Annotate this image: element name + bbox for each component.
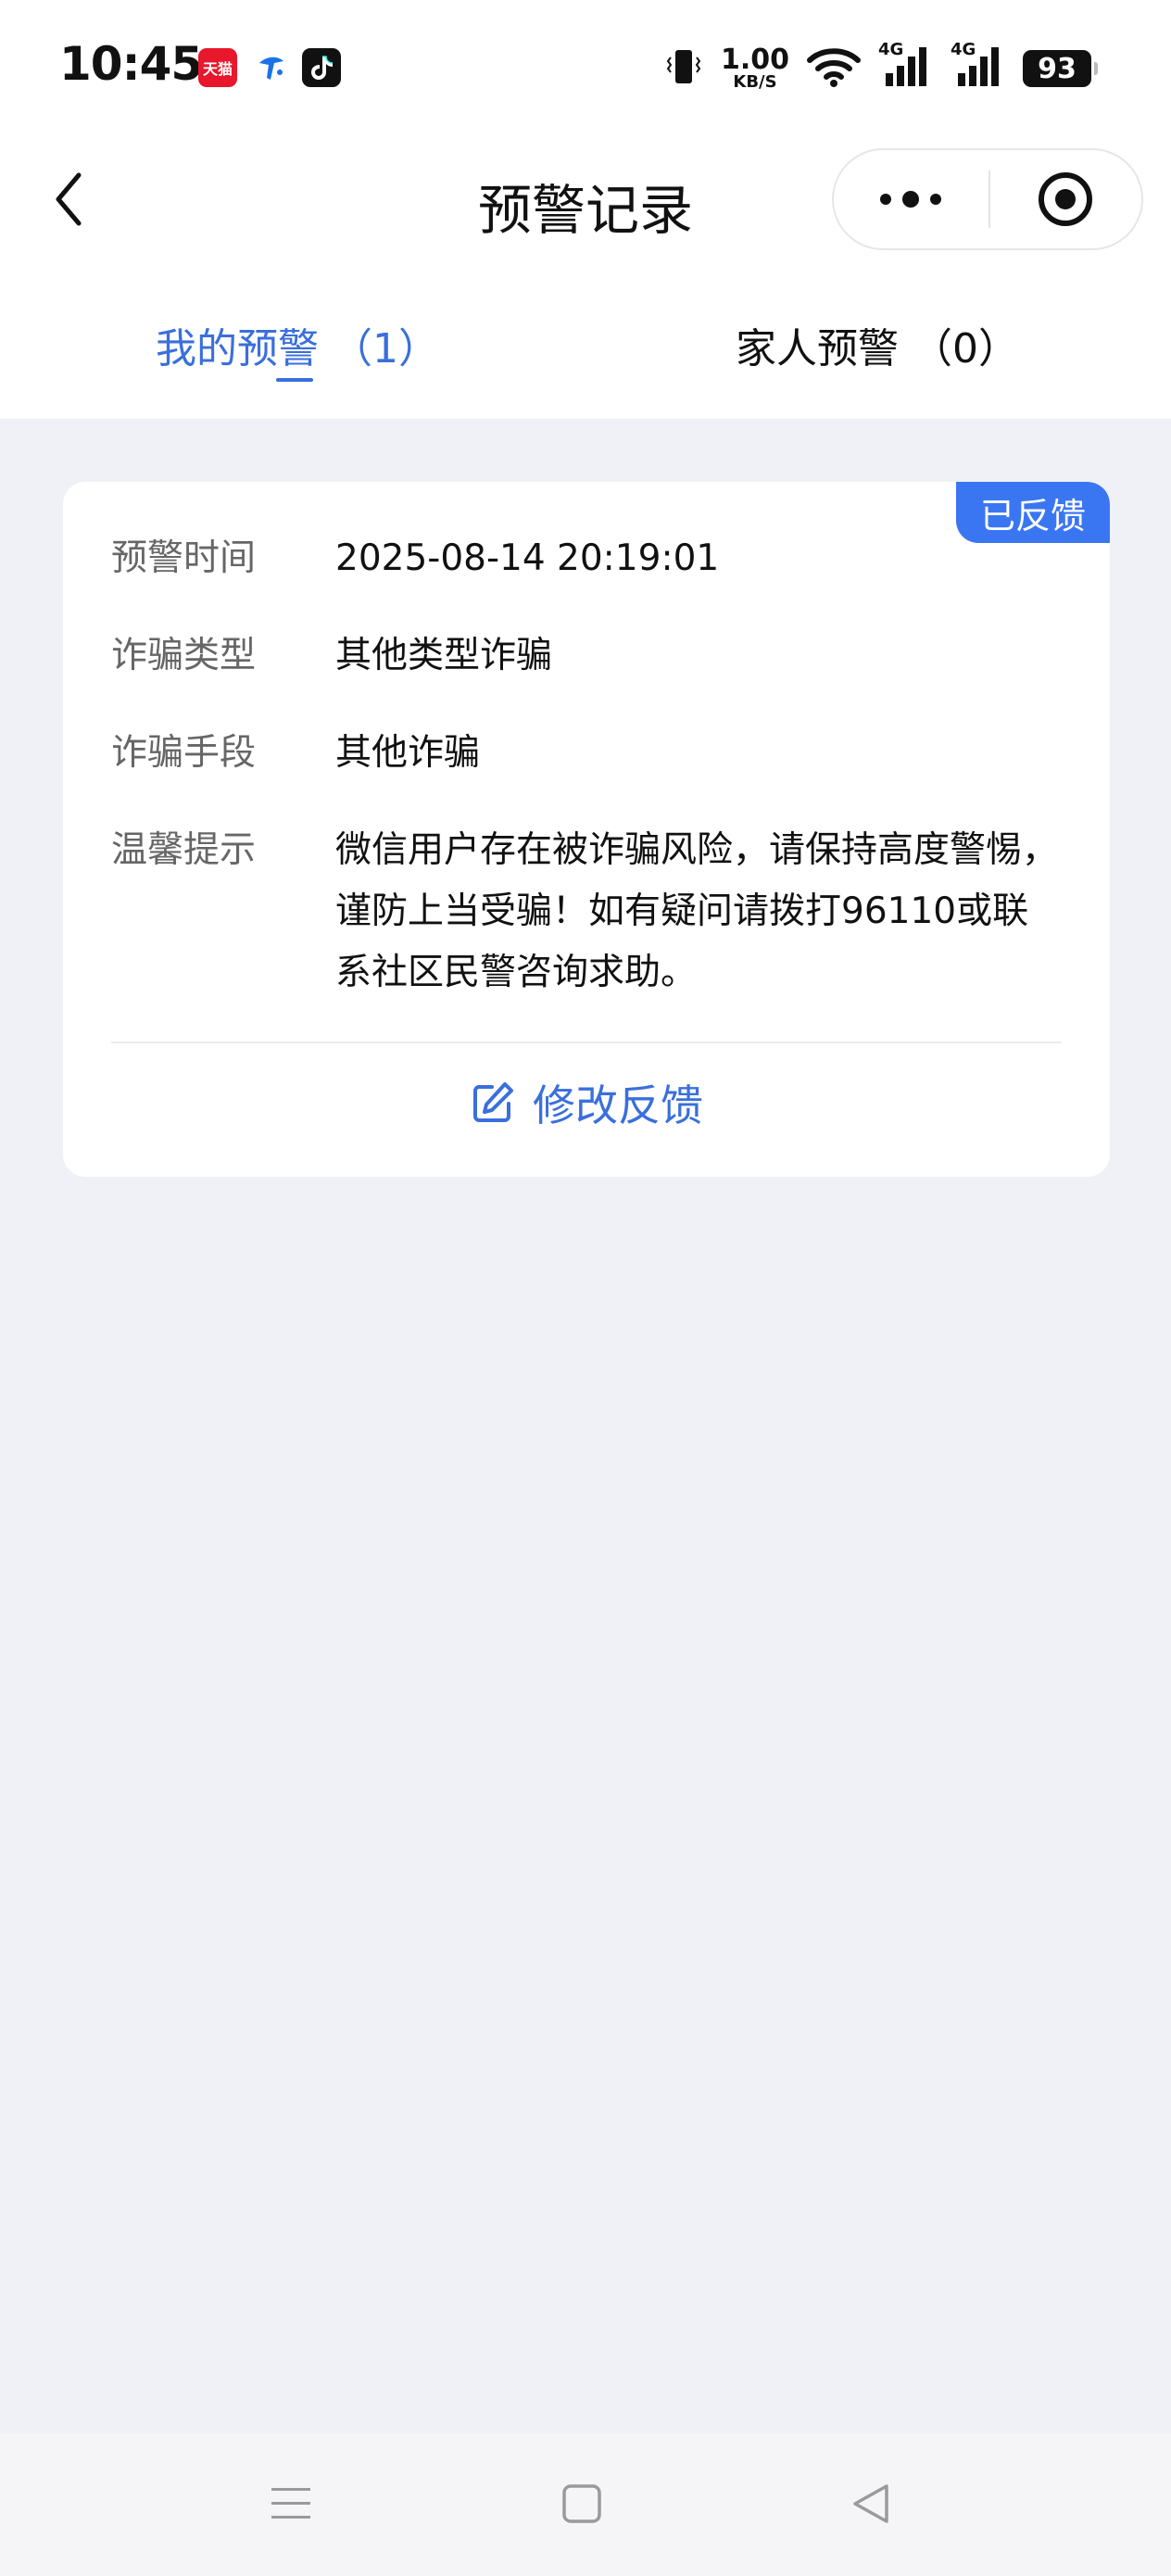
system-nav-bar [0,2433,1171,2576]
status-time: 10:45 [59,37,203,91]
more-dots-icon [880,191,941,208]
edit-icon [470,1080,516,1126]
field-value: 其他诈骗 [335,732,481,774]
miniprogram-capsule [832,148,1143,250]
tmall-app-label: 天猫 [202,60,233,78]
active-tab-indicator [276,378,313,382]
net-speed-value: 1.00 [720,44,789,76]
field-label: 温馨提示 [111,829,257,871]
home-button[interactable] [545,2467,619,2541]
close-miniprogram-button[interactable] [989,150,1141,248]
edit-feedback-label: 修改反馈 [533,1080,703,1130]
tab-family-alerts[interactable]: 家人预警 （0） [736,315,1019,374]
tab-bar: 我的预警 （1） 家人预警 （0） [0,259,1171,419]
net-speed-unit: KB/S [733,72,777,92]
fraud-type-row: 诈骗类型 其他类型诈骗 [111,625,1062,687]
vibrate-icon [663,46,704,91]
network-speed: 1.00 KB/S [721,46,789,91]
home-icon [562,2484,601,2523]
warm-tip-row: 温馨提示 微信用户存在被诈骗风险，请保持高度警惕，谨防上当受骗！如有疑问请拨打9… [111,820,1062,1004]
field-value: 其他类型诈骗 [335,635,553,676]
tiktok-app-icon [302,48,341,87]
network-type-label: 4G [951,40,976,59]
back-icon [853,2484,888,2523]
signal-icon: 4G [878,40,934,92]
fraud-method-row: 诈骗手段 其他诈骗 [111,723,1062,784]
edit-feedback-button[interactable]: 修改反馈 [63,1047,1110,1158]
field-label: 诈骗手段 [111,732,257,774]
tab-my-alerts[interactable]: 我的预警 （1） [156,315,439,374]
alert-time-row: 预警时间 2025-08-14 20:19:01 [111,528,1062,589]
nav-bar: 预警记录 [0,139,1171,259]
system-back-button[interactable] [834,2467,908,2541]
more-button[interactable] [834,150,988,248]
telecom-app-icon [252,48,291,87]
status-bar: 10:45 天猫 1.00 KB/S 4G 4G 93 [0,0,1171,139]
field-label: 诈骗类型 [111,635,257,676]
tmall-app-icon: 天猫 [198,48,237,87]
signal-icon: 4G [951,40,1006,92]
target-circle-icon [1039,172,1092,226]
status-icons: 1.00 KB/S 4G 4G 93 [647,40,1098,96]
field-label: 预警时间 [111,537,257,579]
wifi-icon [806,45,862,92]
recent-apps-button[interactable] [254,2467,328,2541]
menu-icon [271,2488,310,2519]
card-divider [111,1042,1062,1043]
battery-icon: 93 [1023,50,1098,87]
field-value: 2025-08-14 20:19:01 [335,537,720,579]
network-type-label: 4G [878,40,904,59]
battery-level: 93 [1038,52,1077,85]
field-value: 微信用户存在被诈骗风险，请保持高度警惕，谨防上当受骗！如有疑问请拨打96110或… [335,829,1059,993]
alert-record-card: 已反馈 预警时间 2025-08-14 20:19:01 诈骗类型 其他类型诈骗… [63,482,1110,1177]
